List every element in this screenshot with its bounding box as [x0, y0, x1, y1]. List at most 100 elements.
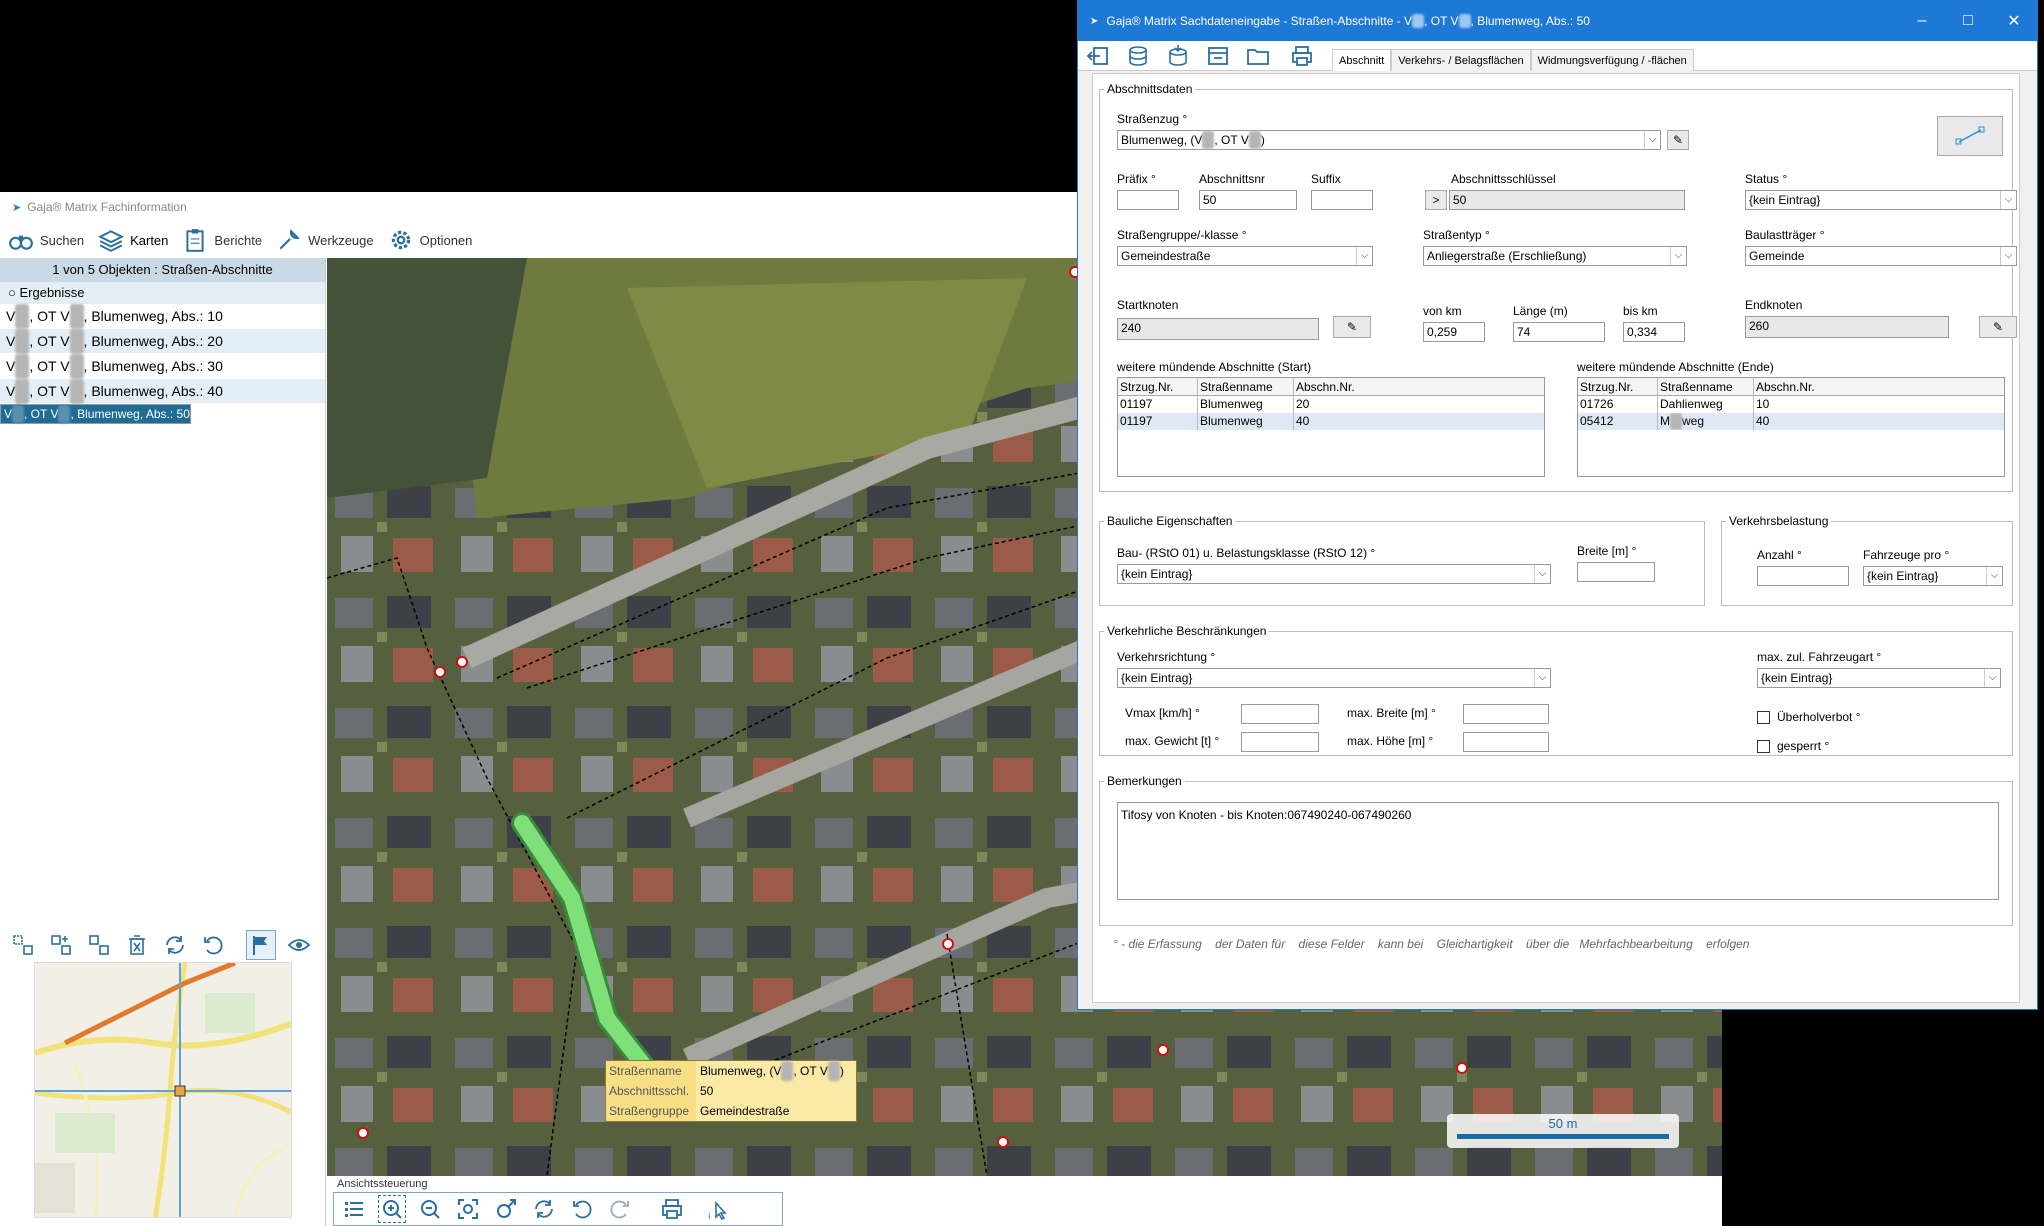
zoom-out-button[interactable] [416, 1195, 444, 1223]
zoom-in-button[interactable] [378, 1195, 406, 1223]
print-dialog-button[interactable] [1282, 41, 1322, 71]
strassengruppe-select[interactable]: Gemeindestraße ⌵ [1117, 246, 1373, 266]
layers-icon [98, 230, 125, 252]
remove-selection-button[interactable] [84, 930, 114, 960]
flag-button[interactable] [246, 930, 276, 960]
overview-map[interactable] [34, 962, 292, 1218]
column-header[interactable]: Abschn.Nr. [1754, 378, 2004, 395]
edit-startknoten-button[interactable]: ✎ [1333, 316, 1371, 338]
vmax-input[interactable] [1241, 704, 1319, 724]
tab-abschnitt[interactable]: Abschnitt [1332, 48, 1392, 71]
max-gewicht-input[interactable] [1241, 732, 1319, 752]
baulasttraeger-select[interactable]: Gemeinde ⌵ [1745, 246, 2017, 266]
edit-strassenzug-button[interactable]: ✎ [1667, 130, 1689, 150]
load-db-button[interactable] [1158, 41, 1198, 71]
options-button[interactable]: Optionen [386, 225, 481, 255]
gesperrt-checkbox[interactable] [1757, 740, 1770, 753]
status-select[interactable]: {kein Eintrag} ⌵ [1745, 190, 2017, 210]
table-row[interactable]: 01197 Blumenweg 40 [1118, 413, 1544, 430]
breite-input[interactable] [1577, 562, 1655, 582]
strassengruppe-label: Straßengruppe/-klasse ° [1117, 228, 1247, 242]
startknoten-input[interactable]: 240 [1117, 318, 1319, 340]
save-db-button[interactable] [1118, 41, 1158, 71]
strassentyp-select[interactable]: Anliegerstraße (Erschließung) ⌵ [1423, 246, 1687, 266]
fahrzeuge-select[interactable]: {kein Eintrag} ⌵ [1863, 566, 2003, 586]
tab-verkehrsflaechen[interactable]: Verkehrs- / Belagsflächen [1391, 48, 1531, 71]
selection-toolbar [8, 930, 314, 960]
add-selection-button[interactable] [46, 930, 76, 960]
endknoten-input[interactable]: 260 [1745, 316, 1949, 338]
select-squares-icon [13, 935, 33, 955]
bauklasse-select[interactable]: {kein Eintrag} ⌵ [1117, 564, 1551, 584]
table-row[interactable]: 05412 Mxxweg 40 [1578, 413, 2004, 430]
view-control-toolbar: i [333, 1192, 783, 1226]
bemerkungen-textarea[interactable]: Tifosy von Knoten - bis Knoten:067490240… [1117, 802, 1999, 900]
suffix-input[interactable] [1311, 190, 1373, 210]
refresh-map-button[interactable] [530, 1195, 558, 1223]
max-hoehe-input[interactable] [1463, 732, 1549, 752]
delete-selection-button[interactable] [122, 930, 152, 960]
legend-button[interactable] [340, 1195, 368, 1223]
start-table-label: weitere mündende Abschnitte (Start) [1117, 360, 1312, 374]
minimize-button[interactable]: – [1899, 1, 1945, 41]
form-button[interactable] [1198, 41, 1238, 71]
tooltip-row: Abschnittsschl. 50 [606, 1081, 856, 1101]
list-item-selected[interactable]: Vxx, OT Vxx, Blumenweg, Abs.: 50 [0, 404, 191, 424]
column-header[interactable]: Abschn.Nr. [1294, 378, 1544, 395]
strassenzug-select[interactable]: Blumenweg, (Vxx, OT Vxx) ⌵ [1117, 130, 1661, 150]
undo-button[interactable] [198, 930, 228, 960]
table-cell: Dahlienweg [1658, 396, 1754, 413]
select-objects-button[interactable] [8, 930, 38, 960]
maximize-button[interactable]: □ [1945, 1, 1991, 41]
ueberholverbot-checkbox[interactable] [1757, 711, 1770, 724]
column-header[interactable]: Strzug.Nr. [1118, 378, 1198, 395]
table-row[interactable]: 01197 Blumenweg 20 [1118, 396, 1544, 413]
abschnittsnr-input[interactable]: 50 [1199, 190, 1297, 210]
max-breite-input[interactable] [1463, 704, 1549, 724]
verkehrsrichtung-select[interactable]: {kein Eintrag} ⌵ [1117, 668, 1551, 688]
abschnittsschluessel-input[interactable]: 50 [1449, 190, 1685, 210]
open-folder-button[interactable] [1238, 41, 1278, 71]
list-item[interactable]: Vxx, OT Vxx, Blumenweg, Abs.: 10 [0, 304, 325, 329]
reports-label: Berichte [214, 232, 263, 248]
info-cursor-button[interactable]: i [704, 1195, 732, 1223]
tab-widmung[interactable]: Widmungsverfügung / -flächen [1530, 48, 1694, 71]
start-table[interactable]: Strzug.Nr. Straßenname Abschn.Nr. 01197 … [1117, 377, 1545, 477]
anzahl-input[interactable] [1757, 566, 1849, 586]
edit-endknoten-button[interactable]: ✎ [1979, 316, 2017, 338]
vonkm-input[interactable]: 0,259 [1423, 322, 1485, 342]
results-label-row[interactable]: ○ Ergebnisse [0, 282, 325, 304]
end-table[interactable]: Strzug.Nr. Straßenname Abschn.Nr. 01726 … [1577, 377, 2005, 477]
column-header[interactable]: Strzug.Nr. [1578, 378, 1658, 395]
geometry-button[interactable] [1937, 116, 2003, 156]
praefix-input[interactable] [1117, 190, 1179, 210]
refresh-button[interactable] [160, 930, 190, 960]
zoom-extent-button[interactable] [454, 1195, 482, 1223]
list-item[interactable]: Vxx, OT Vxx, Blumenweg, Abs.: 20 [0, 329, 325, 354]
gear-icon [391, 230, 410, 250]
next-view-button[interactable] [606, 1195, 634, 1223]
column-header[interactable]: Straßenname [1658, 378, 1754, 395]
laenge-input[interactable]: 74 [1513, 322, 1605, 342]
tools-button[interactable]: Werkzeuge [274, 225, 382, 255]
column-header[interactable]: Straßenname [1198, 378, 1294, 395]
tooltip-row: Straßenname Blumenweg, (Vxx, OT Vxx) [606, 1061, 856, 1081]
fahrzeugart-select[interactable]: {kein Eintrag} ⌵ [1757, 668, 2001, 688]
visibility-button[interactable] [284, 930, 314, 960]
list-item[interactable]: Vxx, OT Vxx, Blumenweg, Abs.: 40 [0, 379, 325, 404]
search-button[interactable]: Suchen [6, 225, 92, 255]
previous-view-button[interactable] [568, 1195, 596, 1223]
generate-key-button[interactable]: > [1425, 190, 1447, 210]
maps-button[interactable]: Karten [96, 225, 176, 255]
zoom-to-object-button[interactable] [492, 1195, 520, 1223]
exit-button[interactable] [1078, 41, 1118, 71]
biskm-input[interactable]: 0,334 [1623, 322, 1685, 342]
print-button[interactable] [658, 1195, 686, 1223]
chevron-down-icon: ⌵ [1984, 669, 2000, 687]
verkehrsrichtung-label: Verkehrsrichtung ° [1117, 650, 1216, 664]
reports-button[interactable]: Berichte [180, 225, 270, 255]
list-item[interactable]: Vxx, OT Vxx, Blumenweg, Abs.: 30 [0, 354, 325, 379]
fahrzeugart-label: max. zul. Fahrzeugart ° [1757, 650, 1882, 664]
table-row[interactable]: 01726 Dahlienweg 10 [1578, 396, 2004, 413]
close-button[interactable]: ✕ [1991, 1, 2037, 41]
